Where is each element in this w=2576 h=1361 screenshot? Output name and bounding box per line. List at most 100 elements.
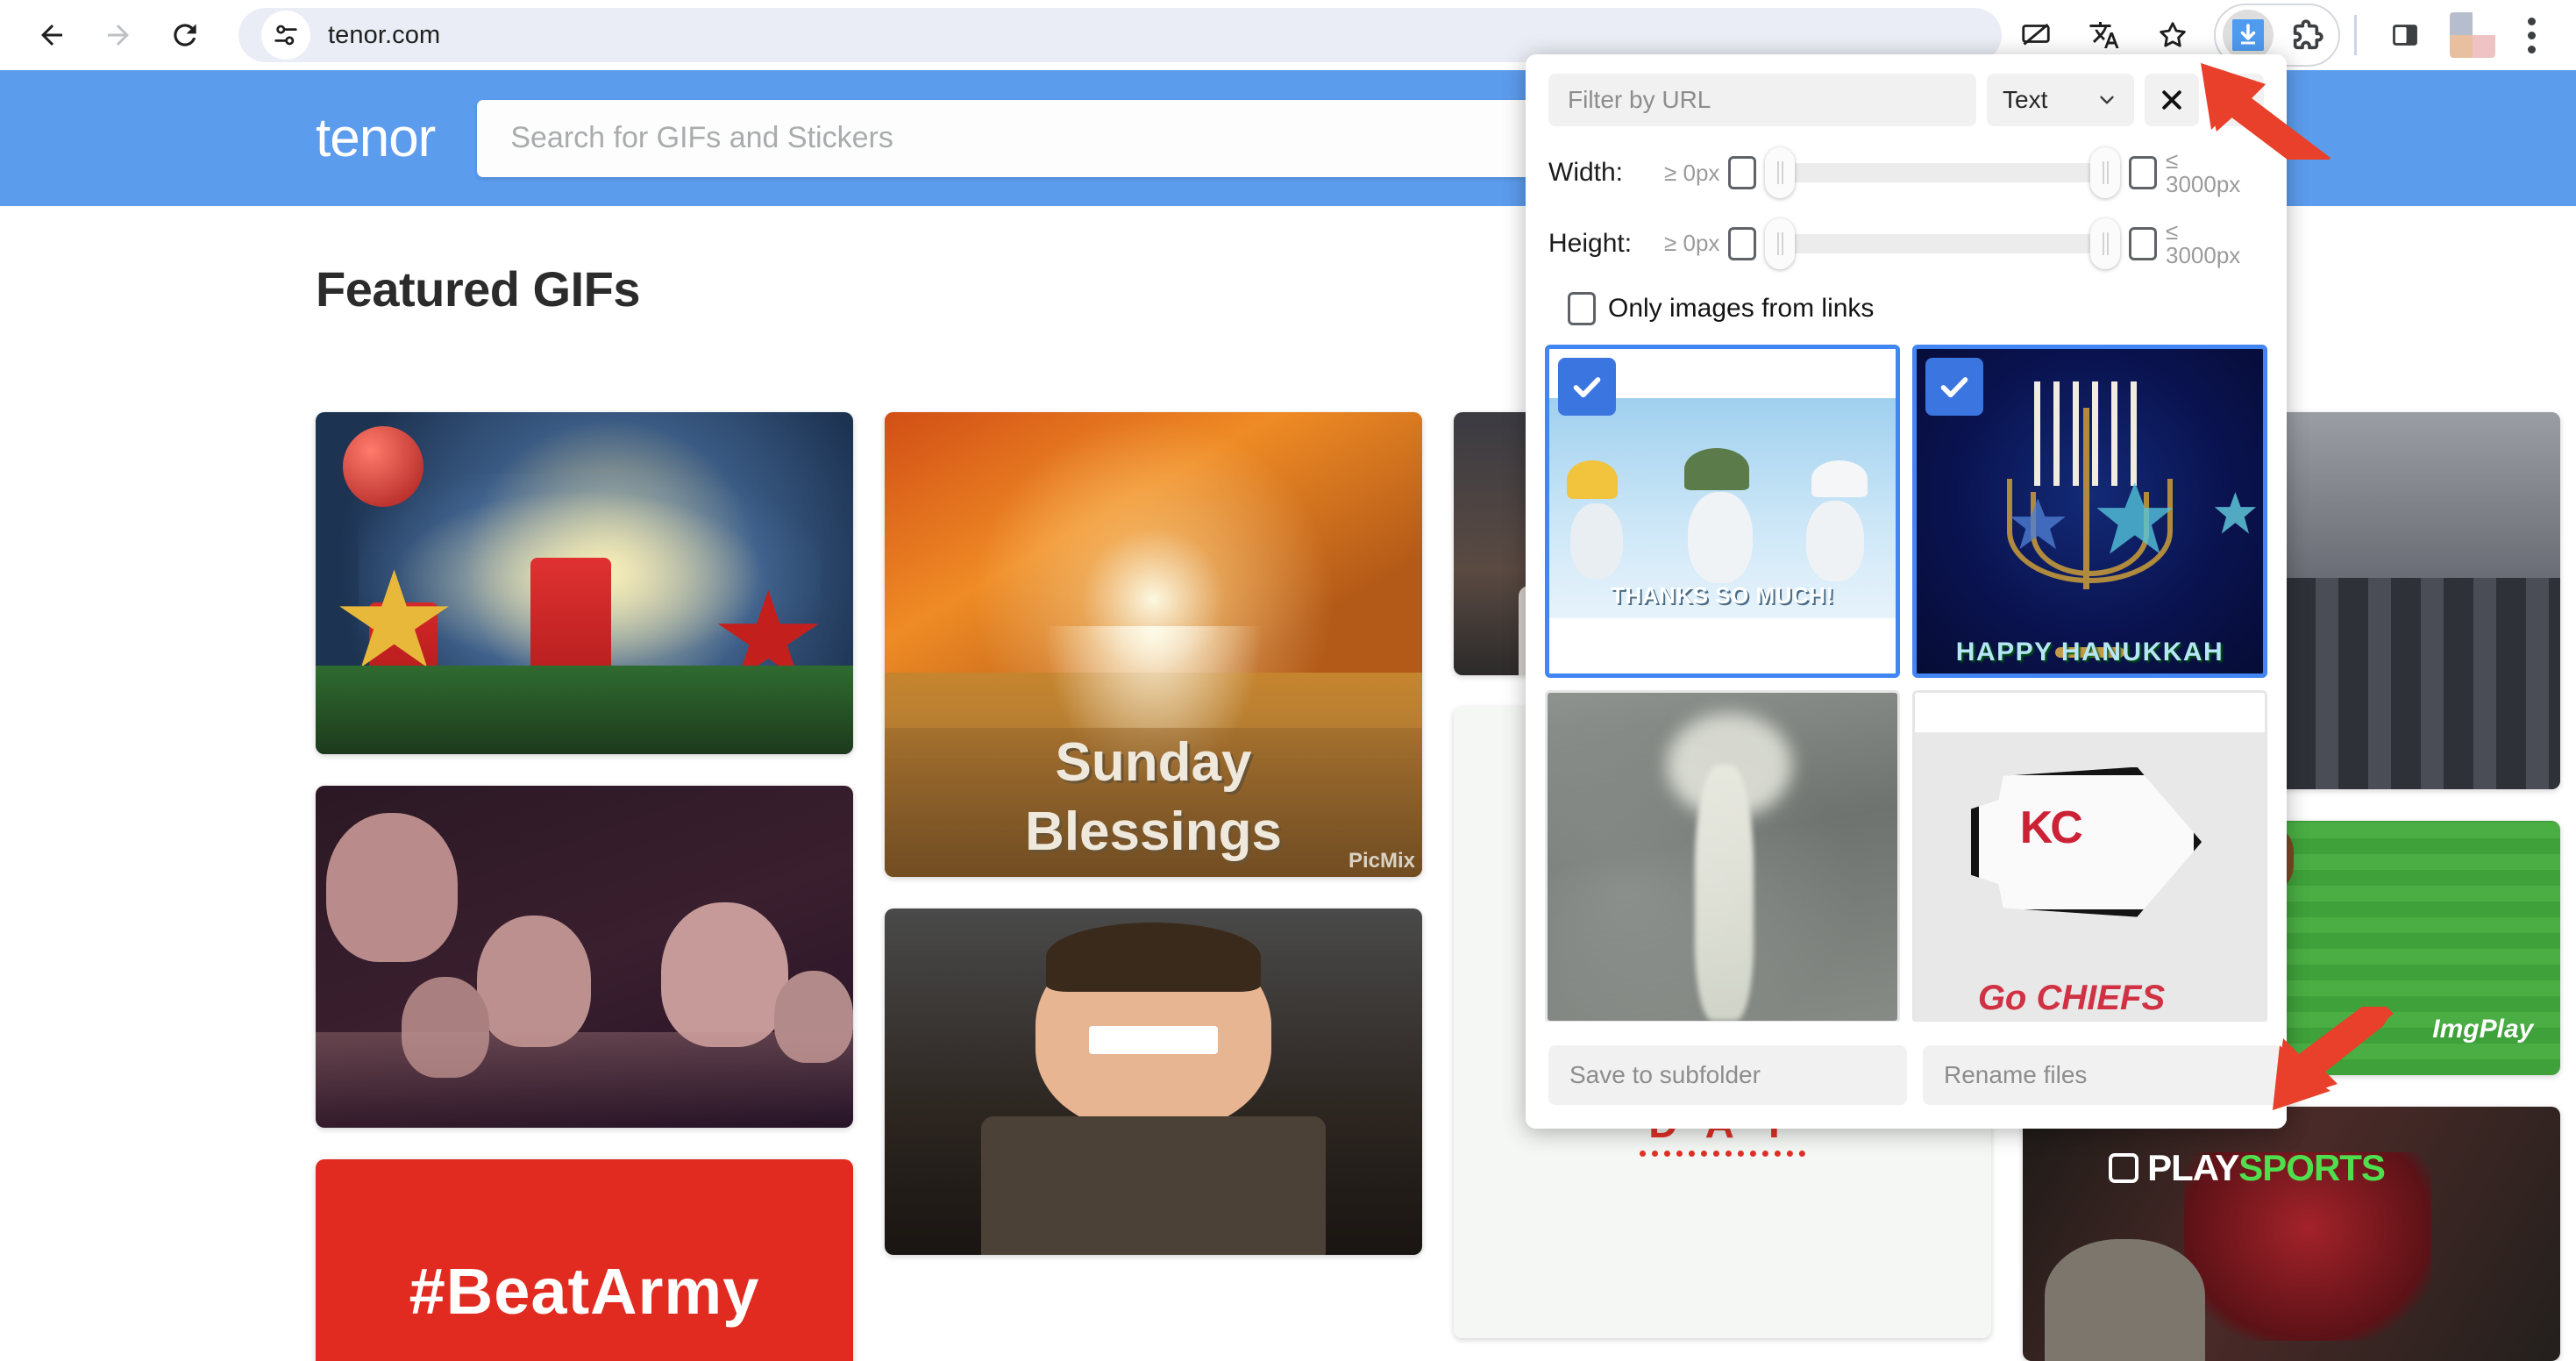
gif-thumbnail: PLAYSPORTS xyxy=(2023,1107,2560,1361)
playsports-mark-icon xyxy=(2109,1153,2139,1184)
close-icon xyxy=(2162,90,2181,110)
settings-button[interactable] xyxy=(2210,74,2264,126)
width-slider-max-knob[interactable] xyxy=(2090,147,2120,199)
filter-type-value: Text xyxy=(2003,86,2048,113)
star-icon xyxy=(2160,22,2186,47)
menu-dot xyxy=(2527,31,2536,39)
filter-type-select[interactable]: Text xyxy=(1987,74,2134,126)
width-range-slider[interactable] xyxy=(1765,147,2120,199)
gif-card-jim-carrey[interactable] xyxy=(885,909,1422,1255)
gif-watermark: PicMix xyxy=(1348,849,1415,873)
reload-icon xyxy=(174,24,196,46)
width-max-value: 3000px xyxy=(2166,171,2241,198)
tenor-logo[interactable]: tenor xyxy=(316,107,436,169)
back-button[interactable] xyxy=(25,8,79,62)
gear-icon xyxy=(2226,88,2250,112)
gif-thumbnail: Sunday Blessings PicMix xyxy=(885,412,1422,877)
height-max-value: 3000px xyxy=(2166,241,2241,268)
height-slider-track xyxy=(1777,233,2108,253)
puzzle-piece-icon xyxy=(2293,19,2323,50)
forward-arrow-icon xyxy=(108,25,129,46)
gif-caption-line1: Sunday xyxy=(1055,731,1252,793)
height-range-slider[interactable] xyxy=(1765,217,2120,269)
thumbnail-kc-chiefs[interactable]: KC Go CHIEFS xyxy=(1912,690,2267,1022)
height-label: Height: xyxy=(1548,228,1633,258)
screen-share-off-icon xyxy=(2022,23,2050,46)
filter-by-url-input[interactable] xyxy=(1548,74,1976,126)
width-filter-row: Width: ≥ 0px ≤ 3000px xyxy=(1548,147,2264,199)
height-max-text: ≤ 3000px xyxy=(2166,217,2264,268)
height-slider-max-knob[interactable] xyxy=(2090,217,2120,269)
avatar[interactable] xyxy=(2450,12,2495,58)
screen-share-button[interactable] xyxy=(2010,10,2061,61)
width-min-text: ≥ 0px xyxy=(1664,159,1720,186)
menu-dot xyxy=(2527,17,2536,25)
thumbnail-caption: Go CHIEFS xyxy=(1977,978,2166,1017)
search-placeholder-text: Search for GIFs and Stickers xyxy=(510,121,893,154)
chevron-down-icon xyxy=(2100,96,2114,104)
height-max-checkbox[interactable] xyxy=(2129,226,2157,260)
side-panel-button[interactable] xyxy=(2380,10,2430,61)
gif-card-sunday-blessings[interactable]: Sunday Blessings PicMix xyxy=(885,412,1422,877)
gif-watermark: ImgPlay xyxy=(2432,1015,2534,1044)
thumbnail-checkbox-checked[interactable] xyxy=(1558,358,1616,417)
image-downloader-button[interactable] xyxy=(2223,10,2274,61)
gif-card-skeletons[interactable] xyxy=(316,786,853,1128)
height-max-symbol: ≤ xyxy=(2166,217,2179,245)
gif-thumbnail xyxy=(316,412,853,754)
height-filter-row: Height: ≥ 0px ≤ 3000px xyxy=(1548,217,2264,269)
image-downloader-popup: Text Width: ≥ 0px xyxy=(1526,54,2287,1129)
width-max-checkbox[interactable] xyxy=(2129,156,2157,190)
gif-caption: #BeatArmy xyxy=(409,1254,760,1328)
reload-button[interactable] xyxy=(158,8,212,62)
toolbar-divider xyxy=(2354,15,2357,55)
width-label: Width: xyxy=(1548,158,1624,188)
browser-menu-button[interactable] xyxy=(2506,10,2557,61)
width-slider-track xyxy=(1777,163,2108,183)
image-downloader-icon xyxy=(2232,19,2264,51)
tune-icon xyxy=(274,25,297,46)
side-panel-icon xyxy=(2393,25,2417,46)
image-thumbnail-grid[interactable]: THANKS SO MUCH! HAPPY HANUKKAH KC Go CHI… xyxy=(1526,345,2287,1022)
bookmark-button[interactable] xyxy=(2147,10,2198,61)
check-icon xyxy=(1573,377,1601,398)
screenshot-root: tenor.com tenor Search for GIFs and Stic… xyxy=(0,0,2576,1361)
gif-thumbnail xyxy=(316,786,853,1128)
clear-filter-button[interactable] xyxy=(2145,74,2199,126)
only-images-from-links-checkbox[interactable] xyxy=(1568,292,1596,326)
forward-button[interactable] xyxy=(91,8,146,62)
menu-dot xyxy=(2527,45,2536,53)
gif-caption-line2: Blessings xyxy=(1025,802,1282,863)
rename-files-input[interactable] xyxy=(1923,1045,2281,1105)
translate-button[interactable] xyxy=(2079,10,2130,61)
only-images-from-links-row: Only images from links xyxy=(1548,292,2264,345)
thumbnail-tornado[interactable] xyxy=(1545,690,1900,1022)
thumbnail-penguins-thanks[interactable]: THANKS SO MUCH! xyxy=(1545,345,1900,679)
thumbnail-image xyxy=(1548,693,1897,1022)
filter-row: Text xyxy=(1548,74,2264,126)
gif-card-christmas-candles[interactable] xyxy=(316,412,853,754)
width-max-symbol: ≤ xyxy=(2166,147,2179,174)
height-slider-min-knob[interactable] xyxy=(1765,217,1796,269)
width-slider-min-knob[interactable] xyxy=(1765,147,1796,199)
back-arrow-icon xyxy=(41,25,62,46)
gif-thumbnail xyxy=(885,909,1422,1255)
gif-card-beat-army[interactable]: #BeatArmy xyxy=(316,1159,853,1361)
width-max-text: ≤ 3000px xyxy=(2166,147,2264,198)
popup-filter-controls: Text Width: ≥ 0px xyxy=(1526,54,2287,346)
thumbnail-happy-hanukkah[interactable]: HAPPY HANUKKAH xyxy=(1912,345,2267,679)
gif-card-playsports[interactable]: PLAYSPORTS xyxy=(2023,1107,2560,1361)
thumbnail-caption: HAPPY HANUKKAH xyxy=(1955,637,2224,666)
translate-icon xyxy=(2089,22,2119,48)
extensions-button[interactable] xyxy=(2281,10,2331,61)
popup-footer: Download xyxy=(1526,1022,2287,1129)
site-info-button[interactable] xyxy=(261,11,310,60)
save-to-subfolder-input[interactable] xyxy=(1548,1045,1907,1105)
thumbnail-image: KC Go CHIEFS xyxy=(1915,693,2265,1022)
url-text: tenor.com xyxy=(328,20,441,49)
thumbnail-checkbox-checked[interactable] xyxy=(1925,358,1983,417)
only-images-from-links-label: Only images from links xyxy=(1608,294,1875,324)
width-min-checkbox[interactable] xyxy=(1728,156,1757,190)
gif-thumbnail: #BeatArmy xyxy=(316,1159,853,1361)
height-min-checkbox[interactable] xyxy=(1728,226,1757,260)
